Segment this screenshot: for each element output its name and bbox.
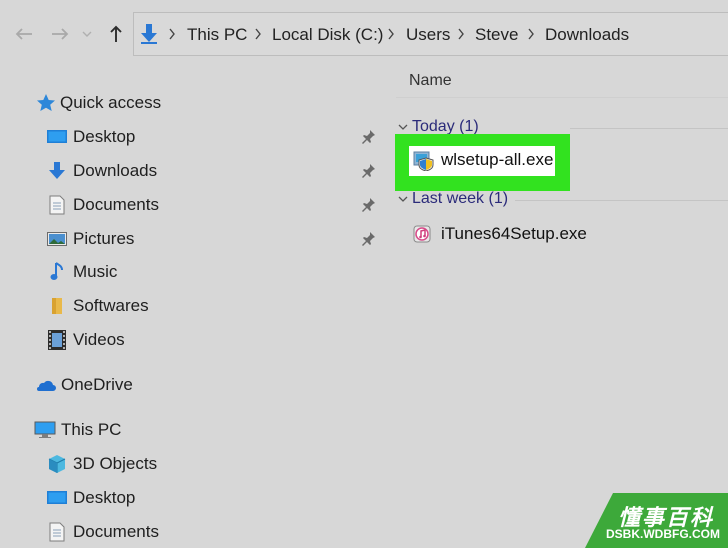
breadcrumb-steve[interactable]: Steve [475,13,518,57]
sidebar-item-softwares[interactable]: Softwares [46,294,149,318]
group-divider [515,200,728,201]
breadcrumb-downloads[interactable]: Downloads [545,13,629,57]
sidebar-label: OneDrive [61,375,133,394]
breadcrumb-users[interactable]: Users [406,13,450,57]
sidebar-label: Pictures [73,229,135,248]
sidebar-item-desktop[interactable]: Desktop [46,125,135,149]
up-arrow-icon [110,25,122,42]
navigation-bar: This PC Local Disk (C:) Users Steve Down… [0,0,728,68]
breadcrumb-this-pc[interactable]: This PC [187,13,247,57]
sidebar-label: 3D Objects [73,454,158,473]
sidebar-label: Documents [73,195,159,214]
recent-locations-button[interactable] [80,22,94,46]
folder-icon [46,295,68,317]
computer-icon [34,419,56,441]
sidebar-item-3d-objects[interactable]: 3D Objects [46,452,157,476]
pin-icon[interactable] [359,230,377,248]
back-button[interactable] [12,22,36,46]
sidebar-label: Documents [73,522,159,541]
sidebar-label: Softwares [73,296,149,315]
group-divider [570,128,728,129]
3d-objects-icon [46,453,68,475]
sidebar-label: Music [73,262,118,281]
pin-icon[interactable] [359,162,377,180]
download-arrow-icon [46,160,68,182]
desktop-icon [46,487,68,509]
itunes-icon [413,223,435,245]
documents-icon [46,194,68,216]
star-icon [36,92,56,114]
sidebar-item-desktop-pc[interactable]: Desktop [46,486,135,510]
forward-arrow-icon [52,28,69,40]
sidebar-onedrive[interactable]: OneDrive [34,373,133,397]
file-name: iTunes64Setup.exe [441,224,587,243]
sidebar-item-pictures[interactable]: Pictures [46,227,134,251]
pin-icon[interactable] [359,196,377,214]
sidebar-item-videos[interactable]: Videos [46,328,125,352]
breadcrumb-local-disk[interactable]: Local Disk (C:) [272,13,383,57]
sidebar-label: Videos [73,330,125,349]
sidebar-item-music[interactable]: Music [46,260,117,284]
documents-icon [46,521,68,543]
chevron-down-icon [398,196,408,202]
music-note-icon [46,261,68,283]
sidebar-label: Downloads [73,161,158,180]
videos-icon [46,329,68,351]
chevron-right-icon [458,28,464,40]
group-label: Last week (1) [412,190,509,207]
chevron-down-icon [82,31,92,37]
pin-icon[interactable] [359,128,377,146]
sidebar-label: Quick access [60,93,162,112]
downloads-location-icon [141,24,157,44]
sidebar-label: This PC [61,420,122,439]
file-name: wlsetup-all.exe [441,150,554,169]
cloud-icon [34,374,56,396]
sidebar-label: Desktop [73,488,136,507]
pictures-icon [46,228,68,250]
group-header-last-week[interactable]: Last week (1) [396,190,508,208]
sidebar-item-documents[interactable]: Documents [46,193,159,217]
sidebar-item-documents-pc[interactable]: Documents [46,520,159,544]
column-divider [396,97,728,98]
watermark-url: DSBK.WDBFG.COM [606,527,720,541]
up-button[interactable] [104,22,128,46]
chevron-right-icon [528,28,534,40]
file-item-itunes[interactable]: iTunes64Setup.exe [413,223,587,245]
sidebar-label: Desktop [73,127,136,146]
sidebar-this-pc[interactable]: This PC [34,418,121,442]
chevron-right-icon [169,28,175,40]
address-bar[interactable]: This PC Local Disk (C:) Users Steve Down… [133,12,728,56]
sidebar-item-downloads[interactable]: Downloads [46,159,157,183]
file-item-wlsetup[interactable]: wlsetup-all.exe [413,149,554,172]
chevron-down-icon [398,124,408,130]
forward-button[interactable] [48,22,72,46]
chevron-right-icon [388,28,394,40]
desktop-icon [46,126,68,148]
sidebar-quick-access[interactable]: Quick access [36,91,161,115]
back-arrow-icon [15,28,32,40]
chevron-right-icon [255,28,261,40]
column-header-name[interactable]: Name [409,72,452,90]
setup-shield-icon [413,149,435,172]
